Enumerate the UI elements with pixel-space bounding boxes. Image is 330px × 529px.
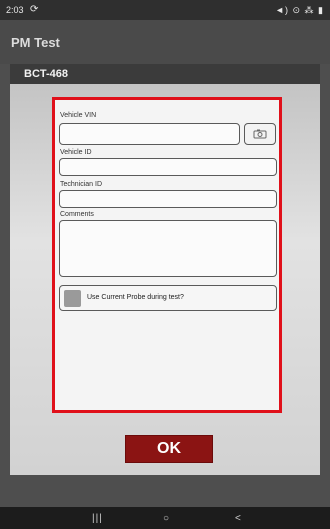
camera-icon	[253, 129, 267, 139]
recent-apps-icon[interactable]: |||	[92, 513, 103, 524]
vin-label: Vehicle VIN	[60, 112, 97, 119]
home-icon[interactable]: ○	[163, 513, 169, 524]
camera-button[interactable]	[244, 123, 276, 145]
app-title: PM Test	[11, 35, 60, 50]
sync-icon: ⟳	[30, 4, 39, 15]
ok-button[interactable]: OK	[125, 435, 213, 463]
comments-field[interactable]	[59, 220, 277, 277]
probe-checkbox-row[interactable]: Use Current Probe during test?	[59, 285, 277, 311]
app-header: PM Test	[0, 20, 330, 64]
probe-checkbox[interactable]	[64, 290, 81, 307]
vehicle-id-field[interactable]	[59, 158, 277, 176]
status-time: 2:03	[6, 5, 24, 15]
vehicle-id-label: Vehicle ID	[60, 149, 92, 156]
technician-id-label: Technician ID	[60, 181, 103, 188]
status-bar: 2:03 ⟳ ◄) ⊙ ⁂ ▮	[0, 0, 330, 20]
form-panel: Vehicle VIN Vehicle ID Technician ID Com…	[52, 97, 282, 413]
comments-label: Comments	[60, 211, 94, 218]
back-icon[interactable]: <	[235, 513, 241, 524]
technician-id-field[interactable]	[59, 190, 277, 208]
navigation-bar: ||| ○ <	[0, 507, 330, 529]
dialog-header: BCT-468	[10, 64, 320, 84]
vin-field[interactable]	[59, 123, 240, 145]
probe-checkbox-label: Use Current Probe during test?	[87, 294, 184, 301]
dialog-title: BCT-468	[24, 68, 69, 80]
status-icons: ◄) ⊙ ⁂ ▮	[275, 5, 324, 15]
